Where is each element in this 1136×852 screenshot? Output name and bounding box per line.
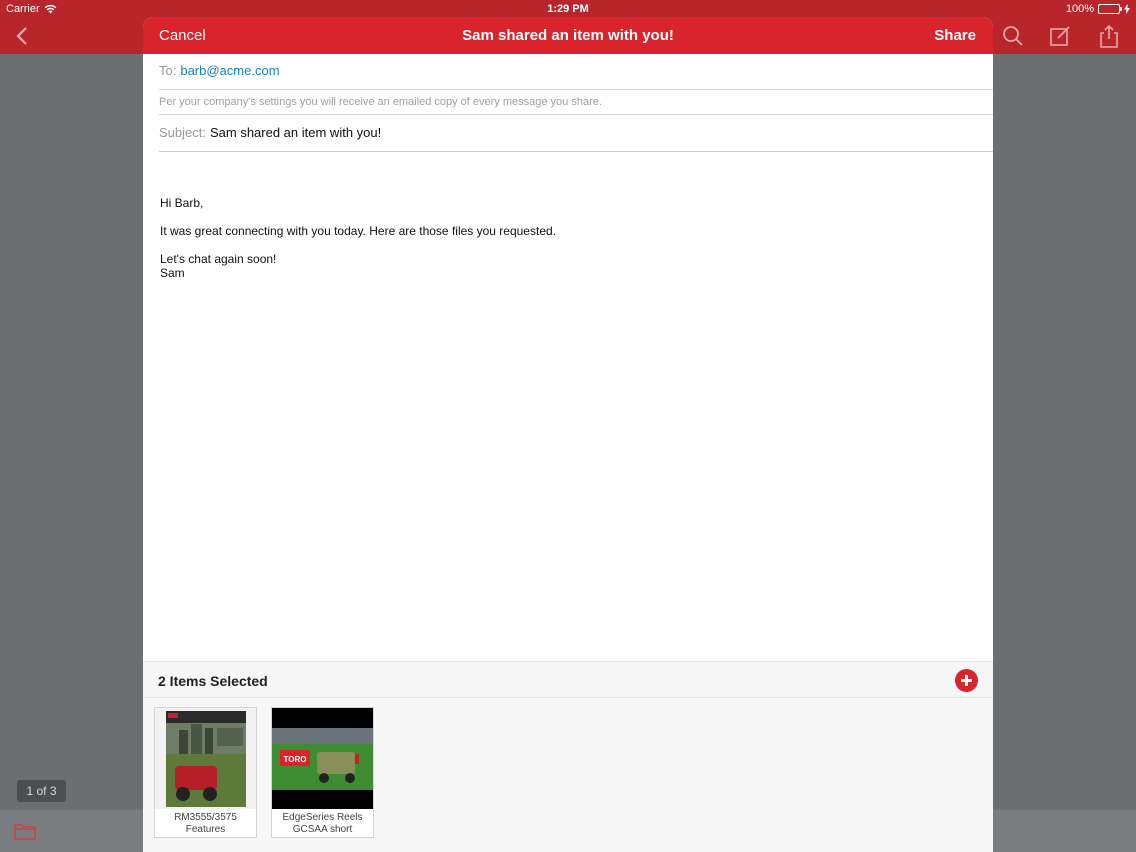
page-indicator: 1 of 3 [17,780,66,802]
caption-line: Features [185,824,226,835]
battery-percent: 100% [1065,3,1094,15]
message-line: It was great connecting with you today. … [160,224,556,238]
brochure-thumbnail-image [155,708,256,809]
back-chevron-icon[interactable] [12,24,34,48]
message-body[interactable]: Hi Barb, It was great connecting with yo… [160,196,960,280]
add-item-button[interactable] [955,669,978,692]
selected-item-thumbnail[interactable]: TORO EdgeSeries Reels GCSAA short [271,707,374,838]
selected-item-caption: EdgeSeries Reels GCSAA short [272,812,373,836]
selected-item-thumbnail[interactable]: RM3555/3575 Features [154,707,257,838]
selected-items-header: 2 Items Selected [143,661,993,698]
subject-value[interactable]: Sam shared an item with you! [210,125,381,140]
background-toolbar [1000,24,1122,48]
subject-label: Subject: [159,125,206,140]
status-bar: Carrier 1:29 PM 100% [0,0,1136,18]
company-settings-notice: Per your company's settings you will rec… [159,96,993,115]
selected-item-caption: RM3555/3575 Features [155,812,256,836]
to-label: To: [159,63,177,78]
subject-field[interactable]: Subject: Sam shared an item with you! [159,125,993,152]
caption-line: GCSAA short [292,824,353,835]
message-signature: Sam [160,266,185,280]
folder-icon[interactable] [14,822,36,840]
items-selected-count: 2 Items Selected [158,673,268,689]
share-sheet: Cancel Sam shared an item with you! Shar… [143,17,993,852]
charging-bolt-icon [1124,4,1130,14]
share-sheet-title: Sam shared an item with you! [462,27,674,44]
selected-items-tray: RM3555/3575 Features TORO EdgeSeries Ree… [143,698,993,852]
message-closing: Let's chat again soon! [160,252,277,266]
battery-info: 100% [1066,3,1130,15]
message-greeting: Hi Barb, [160,196,204,210]
share-button[interactable]: Share [934,27,976,44]
battery-icon [1098,4,1122,14]
export-icon[interactable] [1096,24,1122,48]
share-sheet-header: Cancel Sam shared an item with you! Shar… [143,17,993,54]
clock: 1:29 PM [547,3,589,15]
video-thumbnail-image: TORO [272,708,373,809]
search-icon[interactable] [1000,24,1026,48]
to-field[interactable]: To: barb@acme.com [159,63,993,90]
to-recipient[interactable]: barb@acme.com [180,63,279,78]
toro-logo: TORO [284,755,307,764]
compose-icon[interactable] [1048,24,1074,48]
caption-line: EdgeSeries Reels [282,812,363,823]
caption-line: RM3555/3575 [174,812,237,823]
